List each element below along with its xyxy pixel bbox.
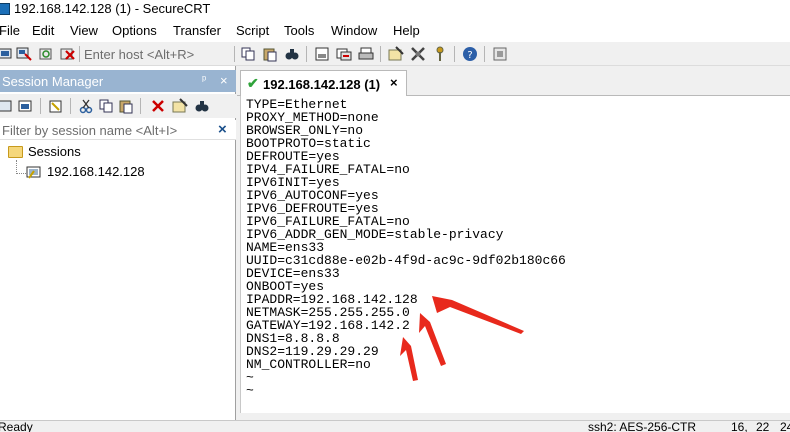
connect-session-icon[interactable] [0,98,14,114]
close-panel-icon[interactable]: × [220,73,228,88]
securecrt-app-icon [0,3,10,15]
toolbar-separator [40,98,41,114]
tab-strip: ✔ 192.168.142.128 (1) × [237,66,790,96]
session-filter-input[interactable] [0,121,210,139]
help-icon[interactable]: ? [462,46,478,62]
tree-item-label: Sessions [28,144,81,159]
menu-options[interactable]: Options [112,23,157,38]
menu-script[interactable]: Script [236,23,269,38]
connect-tab-icon[interactable] [18,98,34,114]
session-tab[interactable]: ✔ 192.168.142.128 (1) × [240,70,407,96]
new-session-icon[interactable] [48,98,64,114]
tree-item-label: 192.168.142.128 [47,164,145,179]
pin-icon[interactable]: ᵖ [202,74,206,86]
keymap-icon[interactable] [432,46,448,62]
tree-item-session[interactable]: 192.168.142.128 [0,164,220,184]
tab-label: 192.168.142.128 (1) [263,77,381,92]
clear-filter-icon[interactable]: × [218,121,227,138]
find-icon[interactable] [284,46,300,62]
copy-icon[interactable] [240,46,256,62]
close-tab-icon[interactable]: × [390,75,398,90]
toolbar-separator [454,46,455,62]
toolbar-separator [380,46,381,62]
print-icon[interactable] [358,46,374,62]
copy-session-icon[interactable] [98,98,114,114]
reconnect-icon[interactable] [38,46,54,62]
menu-tools[interactable]: Tools [284,23,314,38]
cursor-col: 22 [756,420,770,432]
menu-window[interactable]: Window [331,23,377,38]
cursor-row: 16, [731,420,748,432]
connect-icon[interactable] [0,46,14,62]
status-text: Ready [0,420,33,432]
session-icon [26,166,41,179]
menu-bar: File Edit View Options Transfer Script T… [0,20,790,42]
enter-host-input[interactable] [82,45,232,63]
sftp-icon[interactable] [492,46,508,62]
print-selection-icon[interactable] [336,46,352,62]
global-options-icon[interactable] [410,46,426,62]
session-manager-title: Session Manager [2,74,104,89]
toolbar-separator [234,46,235,62]
tree-item-sessions[interactable]: Sessions [0,144,220,164]
terminal-screen[interactable]: TYPE=Ethernet PROXY_METHOD=none BROWSER_ON… [240,96,790,413]
menu-help[interactable]: Help [393,23,420,38]
print-setup-icon[interactable] [314,46,330,62]
session-manager-panel: Session Manager ᵖ × × Sessions 192.168.1… [0,66,236,420]
toolbar-separator [70,98,71,114]
delete-icon[interactable] [150,98,166,114]
menu-transfer[interactable]: Transfer [173,23,221,38]
menu-edit[interactable]: Edit [32,23,54,38]
toolbar-separator [140,98,141,114]
quick-connect-icon[interactable] [16,46,32,62]
cut-icon[interactable] [78,98,94,114]
toolbar-separator [484,46,485,62]
paste-session-icon[interactable] [118,98,134,114]
title-bar: 192.168.142.128 (1) - SecureCRT [0,0,790,20]
toolbar-separator [306,46,307,62]
connected-check-icon: ✔ [247,75,259,91]
main-toolbar: ? [0,42,790,66]
svg-text:?: ? [467,50,472,61]
screen-rows: 24 [780,420,790,432]
terminal-line: ~ [246,383,254,398]
session-filter: × [0,120,236,140]
properties-icon[interactable] [172,98,188,114]
session-options-icon[interactable] [388,46,404,62]
status-bar: Ready ssh2: AES-256-CTR 16, 22 24 [0,420,790,432]
window-title: 192.168.142.128 (1) - SecureCRT [14,1,211,16]
terminal-line: NM_CONTROLLER=no [246,357,371,372]
toolbar-separator [79,46,80,62]
find-session-icon[interactable] [194,98,210,114]
session-manager-toolbar [0,94,236,118]
folder-icon [8,146,23,158]
menu-file[interactable]: File [0,23,20,38]
paste-icon[interactable] [262,46,278,62]
menu-view[interactable]: View [70,23,98,38]
encryption-status: ssh2: AES-256-CTR [588,420,697,432]
disconnect-icon[interactable] [60,46,76,62]
session-manager-header: Session Manager ᵖ × [0,70,236,92]
